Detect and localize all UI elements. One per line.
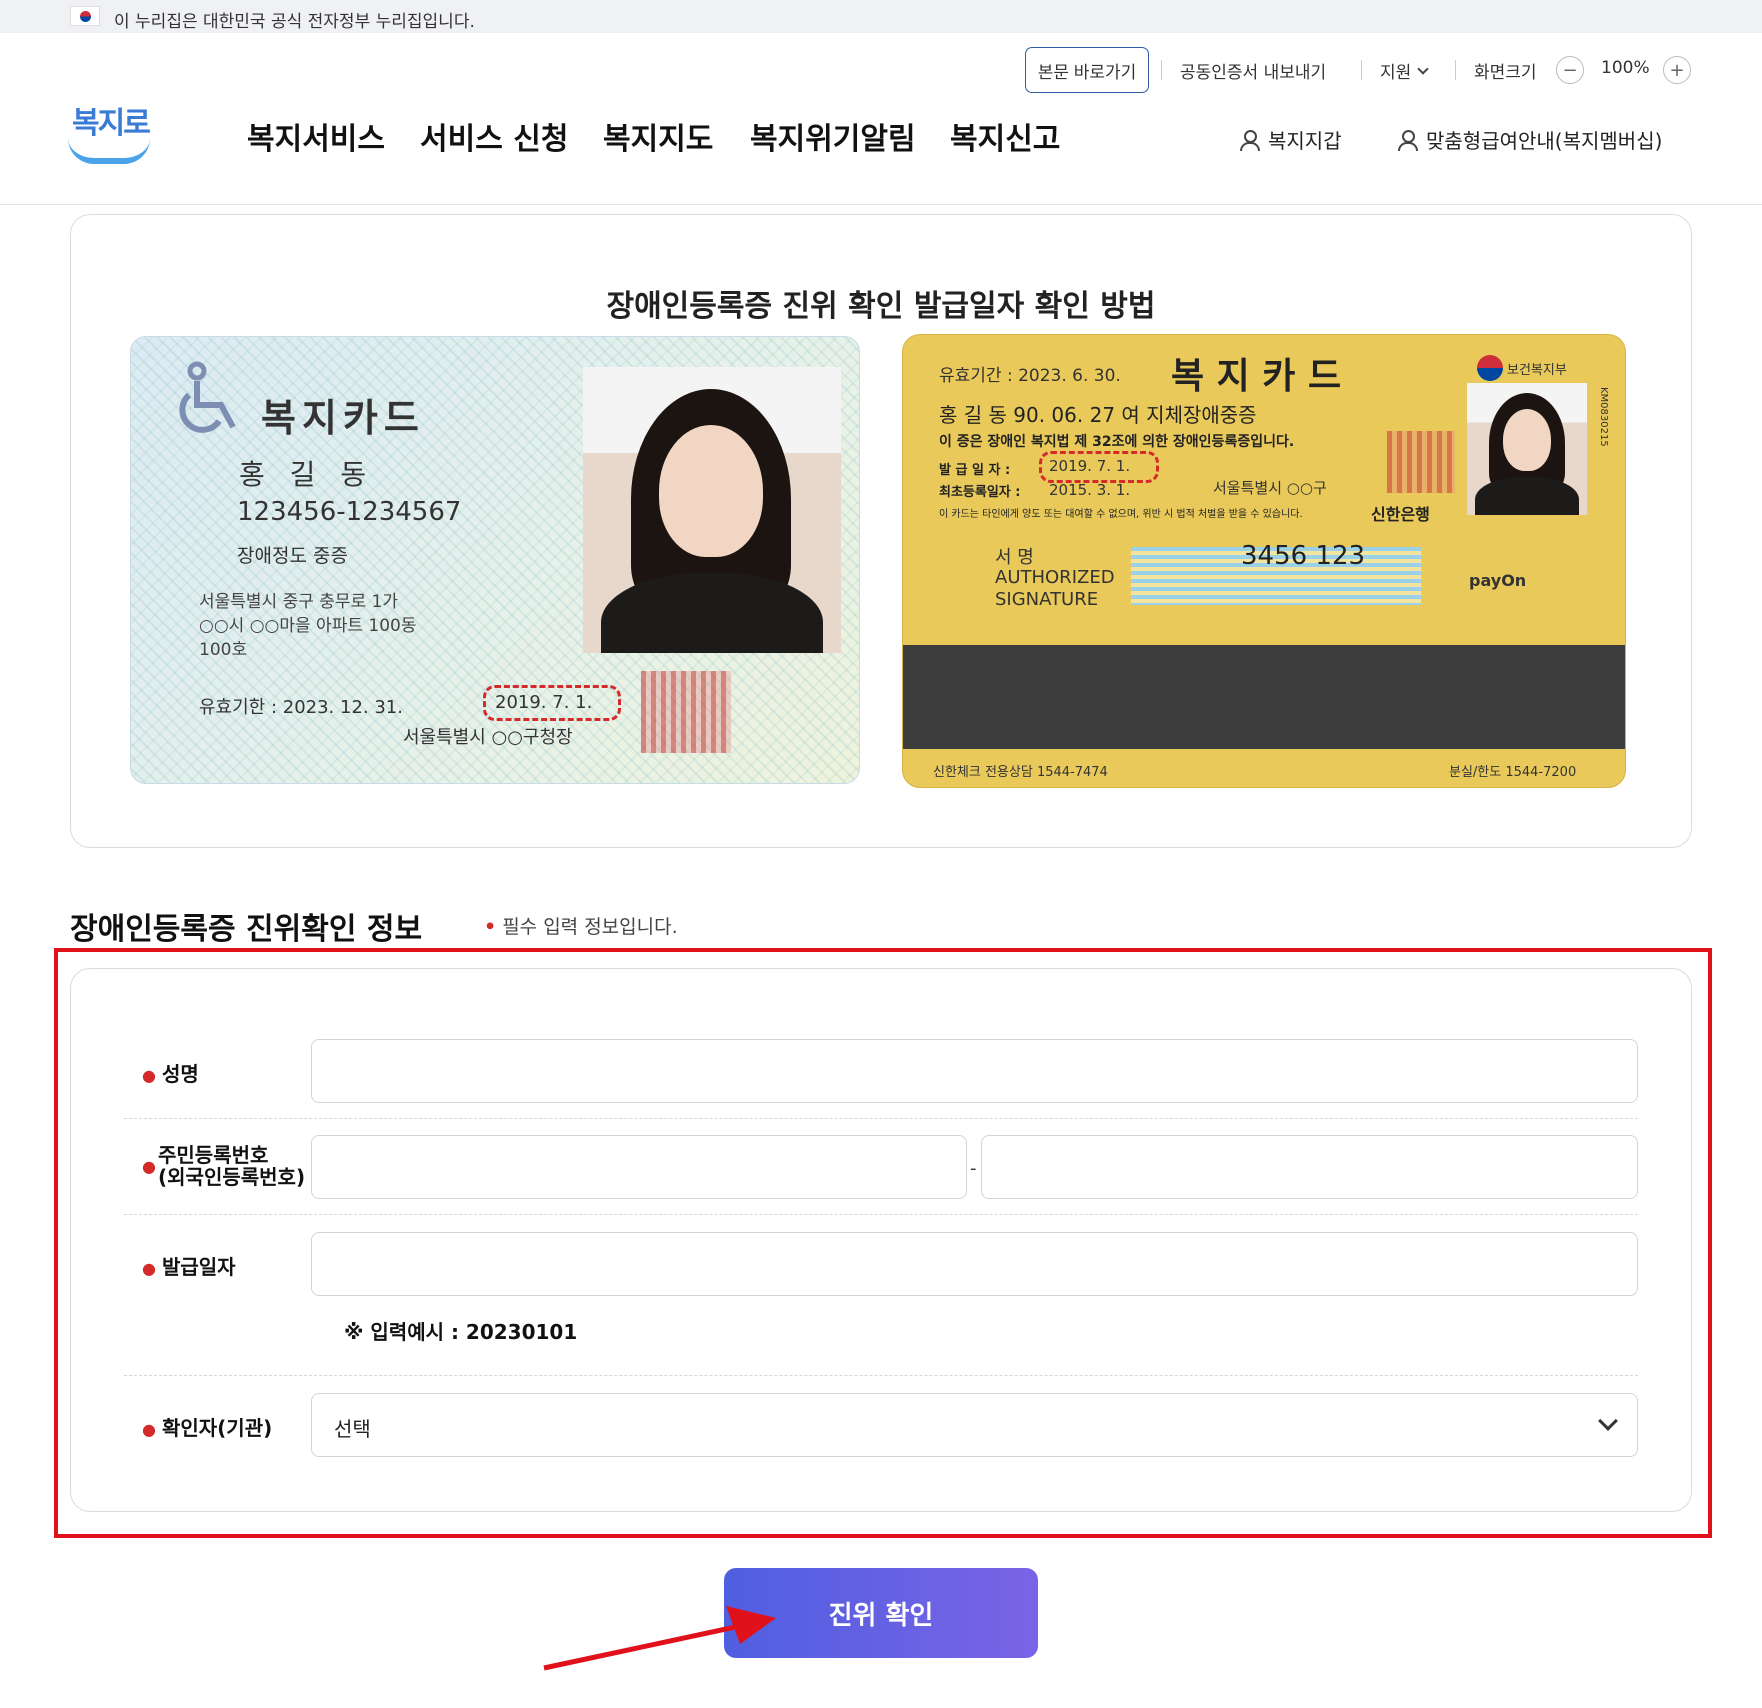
support-menu[interactable]: 지원 [1380,58,1429,83]
card2-photo [1467,383,1587,515]
chevron-down-icon [1417,62,1429,75]
card1-address-2: ○○시 ○○마을 아파트 100동 [199,616,417,636]
card1-issuer: 서울특별시 ○○구청장 [403,727,573,748]
gnb-service-apply[interactable]: 서비스 신청 [420,114,568,158]
wallet-link[interactable]: 복지지갑 [1238,125,1342,154]
red-arrow-icon [540,1600,800,1684]
gnb-welfare-report[interactable]: 복지신고 [950,114,1060,158]
card2-first: 2015. 3. 1. [1049,481,1131,499]
zoom-level: 100% [1601,58,1650,78]
card2-sign-kr: 서 명 [995,547,1034,568]
guide-title: 장애인등록증 진위 확인 발급일자 확인 방법 [606,289,1156,324]
header-divider [0,204,1762,205]
divider [1455,60,1456,80]
zoom-in-button[interactable]: + [1663,56,1691,84]
card1-address-3: 100호 [199,640,248,660]
divider [1161,60,1162,80]
required-dot: • [484,916,497,938]
required-note: • 필수 입력 정보입니다. [484,912,678,939]
card2-card-no: 3456 123 [1241,541,1366,571]
magnetic-stripe [903,645,1625,749]
screen-size-label: 화면크기 [1474,63,1537,83]
card2-issue: 2019. 7. 1. [1049,457,1131,475]
card2-serial: KM0830215 [1598,387,1609,447]
user-icon [1238,129,1260,151]
welfare-card-sample-2: 유효기간 : 2023. 6. 30. 복 지 카 드 보건복지부 홍 길 동 … [902,334,1626,788]
card1-title: 복지카드 [261,396,425,440]
wheelchair-icon [171,361,249,439]
wallet-label: 복지지갑 [1268,129,1342,153]
gnb-welfare-service[interactable]: 복지서비스 [247,114,385,158]
taeguk-icon [1477,355,1503,381]
card2-law: 이 증은 장애인 복지법 제 32조에 의한 장애인등록증입니다. [939,434,1295,450]
logo-smile-icon [68,138,150,164]
card2-hotline-1: 신한체크 전용상담 1544-7474 [933,765,1108,780]
ministry-label: 보건복지부 [1507,362,1567,378]
highlight-frame [54,948,1712,1538]
card1-id: 123456-1234567 [237,497,462,527]
card1-valid: 유효기한 : 2023. 12. 31. [199,697,403,718]
divider [1361,60,1362,80]
section-title: 장애인등록증 진위확인 정보 [70,912,423,947]
welfare-card-sample-1: 복지카드 홍 길 동 123456-1234567 장애정도 중증 서울특별시 … [130,336,860,784]
seal-stamp [641,671,731,753]
logo-text: 복지로 [72,106,151,141]
support-label: 지원 [1380,63,1412,83]
gov-banner: 이 누리집은 대한민국 공식 전자정부 누리집입니다. [0,0,1762,33]
card2-sign-2: SIGNATURE [995,589,1099,610]
card2-bank: 신한은행 [1371,505,1430,524]
card2-title: 복 지 카 드 [1171,356,1342,397]
card2-issuer: 서울특별시 ○○구 [1213,479,1327,497]
card2-notice: 이 카드는 타인에게 양도 또는 대여할 수 없으며, 위반 시 법적 처벌을 … [939,509,1303,520]
gnb-crisis-alert[interactable]: 복지위기알림 [750,114,916,158]
gnb-welfare-map[interactable]: 복지지도 [603,114,713,158]
card2-valid: 유효기간 : 2023. 6. 30. [939,366,1121,386]
ministry-logo: 보건복지부 [1477,355,1567,381]
card2-person: 홍 길 동 90. 06. 27 여 지체장애중증 [939,403,1257,427]
card2-issue-label: 발 급 일 자 : [939,463,1011,478]
card1-issue: 2019. 7. 1. [495,692,593,713]
card1-address-1: 서울특별시 중구 충무로 1가 [199,592,399,612]
card2-sign-1: AUTHORIZED [995,567,1115,588]
card1-grade: 장애정도 중증 [237,545,348,567]
card2-payon: payOn [1469,571,1527,590]
seal-stamp-2 [1387,431,1455,493]
gov-banner-text: 이 누리집은 대한민국 공식 전자정부 누리집입니다. [114,12,475,32]
skip-to-content-button[interactable]: 본문 바로가기 [1025,47,1149,93]
korea-flag-icon [70,6,100,26]
card1-name: 홍 길 동 [239,458,375,491]
card2-first-label: 최초등록일자 : [939,485,1021,500]
zoom-out-button[interactable]: − [1556,56,1584,84]
membership-label: 맞춤형급여안내(복지멤버십) [1426,129,1663,153]
card1-photo [583,367,841,653]
required-note-text: 필수 입력 정보입니다. [502,916,678,938]
membership-link[interactable]: 맞춤형급여안내(복지멤버십) [1396,125,1662,154]
card2-hotline-2: 분실/한도 1544-7200 [1449,765,1577,780]
bokjiro-logo[interactable]: 복지로 [68,98,152,168]
cert-export-link[interactable]: 공동인증서 내보내기 [1180,58,1326,83]
user-add-icon [1396,129,1418,151]
